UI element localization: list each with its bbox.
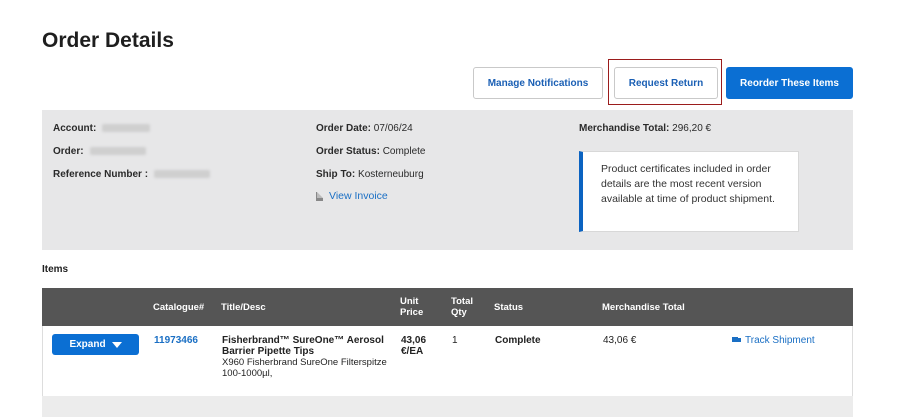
redacted-value: [102, 124, 151, 133]
item-title-desc: Fisherbrand™ SureOne™ Aerosol Barrier Pi…: [222, 335, 387, 379]
view-invoice-link[interactable]: View Invoice: [316, 190, 388, 202]
catalogue-link[interactable]: 11973466: [154, 335, 198, 346]
col-catalogue: Catalogue#: [153, 302, 205, 313]
items-heading: Items: [42, 264, 69, 275]
redacted-value: [89, 147, 146, 156]
col-title: Title/Desc: [221, 302, 266, 313]
caret-down-icon: [111, 341, 122, 348]
item-merch-total: 43,06 €: [603, 335, 637, 346]
table-header: Catalogue# Title/Desc Unit Price Total Qty…: [42, 288, 853, 326]
table-next-row: [42, 396, 853, 417]
truck-icon: [732, 337, 742, 344]
unit-price: 43,06 €/EA: [401, 335, 427, 357]
col-status: Status: [494, 302, 524, 313]
col-unit-price: Unit Price: [400, 296, 424, 318]
col-total-qty: Total Qty: [451, 296, 473, 318]
order-field: Order:: [53, 146, 146, 157]
manage-notifications-button[interactable]: Manage Notifications: [473, 67, 603, 99]
ship-to-field: Ship To: Kosterneuburg: [316, 169, 424, 180]
item-status: Complete: [495, 335, 541, 346]
table-row: Expand 11973466 Fisherbrand™ SureOne™ Ae…: [42, 326, 853, 396]
reorder-button[interactable]: Reorder These Items: [726, 67, 853, 99]
items-table: Catalogue# Title/Desc Unit Price Total Qty…: [42, 288, 853, 417]
page-title: Order Details: [42, 29, 174, 52]
order-summary-panel: Account: Order: Reference Number : Order…: [42, 110, 853, 250]
reference-field: Reference Number :: [53, 169, 211, 180]
order-date-field: Order Date: 07/06/24: [316, 123, 413, 134]
certificate-notice: Product certificates included in order d…: [579, 151, 799, 232]
col-merch-total: Merchandise Total: [602, 302, 685, 313]
account-field: Account:: [53, 123, 151, 134]
document-icon: [316, 191, 323, 201]
redacted-value: [154, 170, 211, 179]
track-shipment-link[interactable]: Track Shipment: [732, 335, 815, 346]
order-status-field: Order Status: Complete: [316, 146, 426, 157]
merchandise-total-field: Merchandise Total: 296,20 €: [579, 123, 712, 134]
view-invoice-label[interactable]: View Invoice: [329, 190, 388, 202]
request-return-button[interactable]: Request Return: [614, 67, 718, 99]
expand-button[interactable]: Expand: [52, 334, 139, 355]
total-qty: 1: [452, 335, 458, 346]
